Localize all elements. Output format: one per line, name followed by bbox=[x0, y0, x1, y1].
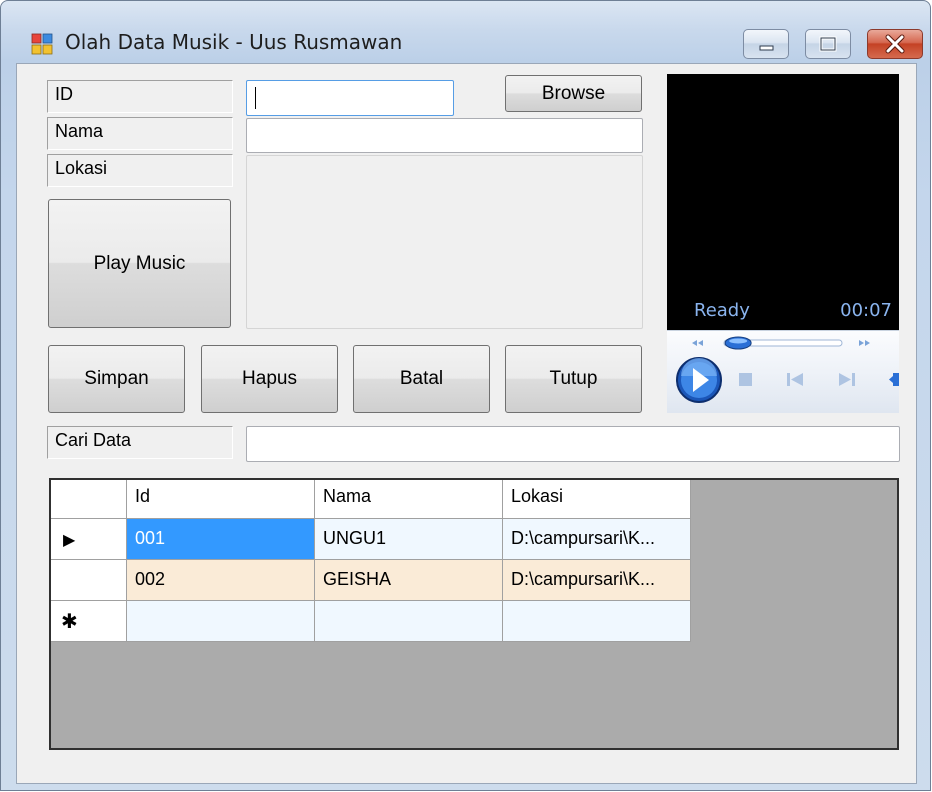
minimize-icon bbox=[759, 45, 774, 51]
grid-cell-id[interactable]: 001 bbox=[127, 519, 315, 560]
new-row-asterisk-icon: ✱ bbox=[61, 611, 78, 633]
close-icon bbox=[885, 34, 905, 54]
column-header-id[interactable]: Id bbox=[127, 480, 315, 519]
grid-cell-nama[interactable]: GEISHA bbox=[315, 560, 503, 601]
video-area bbox=[667, 74, 899, 330]
grid-cell-new-lokasi[interactable] bbox=[503, 601, 691, 642]
maximize-icon bbox=[819, 36, 837, 52]
maximize-button[interactable] bbox=[805, 29, 851, 59]
cari-data-label: Cari Data bbox=[47, 426, 233, 459]
volume-icon[interactable] bbox=[889, 373, 899, 386]
hapus-button[interactable]: Hapus bbox=[201, 345, 338, 413]
app-icon bbox=[31, 33, 53, 55]
player-controls-graphic bbox=[676, 336, 899, 403]
text-caret bbox=[255, 87, 256, 109]
nama-label: Nama bbox=[47, 117, 233, 150]
window-title: Olah Data Musik - Uus Rusmawan bbox=[65, 30, 403, 54]
grid-corner-header[interactable] bbox=[51, 480, 127, 519]
column-header-nama[interactable]: Nama bbox=[315, 480, 503, 519]
player-controls bbox=[667, 330, 899, 413]
grid-cell-new-nama[interactable] bbox=[315, 601, 503, 642]
minimize-button[interactable] bbox=[743, 29, 789, 59]
batal-button[interactable]: Batal bbox=[353, 345, 490, 413]
hapus-button-label: Hapus bbox=[242, 368, 297, 389]
simpan-button-label: Simpan bbox=[84, 368, 149, 389]
nama-input[interactable] bbox=[246, 118, 643, 153]
play-music-button[interactable]: Play Music bbox=[48, 199, 231, 328]
lokasi-label: Lokasi bbox=[47, 154, 233, 187]
close-button[interactable] bbox=[867, 29, 923, 59]
row-header-current[interactable]: ▶ bbox=[51, 519, 127, 560]
tutup-button[interactable]: Tutup bbox=[505, 345, 642, 413]
previous-icon[interactable] bbox=[787, 373, 803, 386]
fast-forward-icon[interactable] bbox=[859, 340, 870, 346]
id-label: ID bbox=[47, 80, 233, 113]
id-input[interactable] bbox=[246, 80, 454, 116]
browse-button[interactable]: Browse bbox=[505, 75, 642, 112]
stop-icon[interactable] bbox=[739, 373, 752, 386]
grid-cell-id[interactable]: 002 bbox=[127, 560, 315, 601]
play-music-button-label: Play Music bbox=[93, 252, 186, 274]
player-time: 00:07 bbox=[840, 300, 892, 321]
browse-button-label: Browse bbox=[541, 82, 606, 104]
grid-cell-lokasi[interactable]: D:\campursari\K... bbox=[503, 560, 691, 601]
cari-data-input[interactable] bbox=[246, 426, 900, 462]
data-grid[interactable]: Id Nama Lokasi ▶ 001 UNGU1 D:\campursari… bbox=[49, 478, 899, 750]
column-header-lokasi[interactable]: Lokasi bbox=[503, 480, 691, 519]
next-icon[interactable] bbox=[839, 373, 855, 386]
batal-button-label: Batal bbox=[399, 368, 444, 389]
row-header[interactable] bbox=[51, 560, 127, 601]
media-player[interactable]: Ready 00:07 bbox=[667, 74, 899, 413]
rewind-icon[interactable] bbox=[692, 340, 703, 346]
lokasi-textarea[interactable] bbox=[246, 155, 643, 329]
simpan-button[interactable]: Simpan bbox=[48, 345, 185, 413]
play-icon[interactable] bbox=[676, 357, 722, 403]
row-header-new[interactable]: ✱ bbox=[51, 601, 127, 642]
seek-thumb[interactable] bbox=[724, 336, 752, 350]
player-status: Ready bbox=[694, 300, 750, 321]
grid-cell-new-id[interactable] bbox=[127, 601, 315, 642]
grid-cell-nama[interactable]: UNGU1 bbox=[315, 519, 503, 560]
grid-cell-lokasi[interactable]: D:\campursari\K... bbox=[503, 519, 691, 560]
tutup-button-label: Tutup bbox=[549, 368, 598, 389]
current-row-indicator-icon: ▶ bbox=[63, 532, 76, 549]
